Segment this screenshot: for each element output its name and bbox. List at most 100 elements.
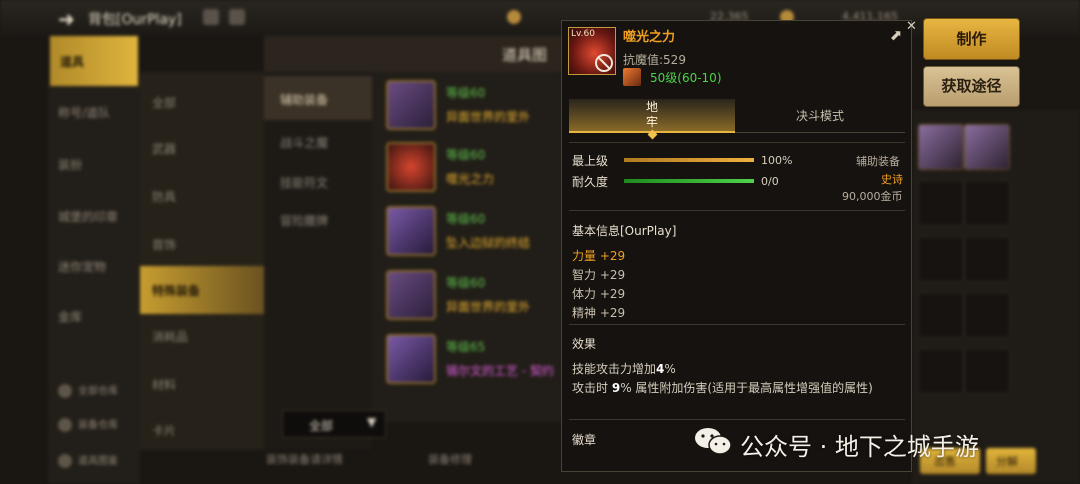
divider xyxy=(569,419,905,420)
category-item[interactable]: 辅助装备 xyxy=(264,76,372,120)
level-badge-icon xyxy=(623,68,641,86)
list-item[interactable]: 等级60 异面世界的里外 xyxy=(378,266,562,324)
inventory-title: 背包[OurPlay] xyxy=(88,12,182,28)
codex-icon xyxy=(58,454,72,468)
inventory-slot[interactable] xyxy=(918,348,964,394)
item-level: 等级60 xyxy=(446,86,486,100)
resist-value: 抗魔值:529 xyxy=(623,53,686,67)
wechat-logo-icon xyxy=(695,428,732,455)
inventory-slot[interactable] xyxy=(964,292,1010,338)
acquire-source-button[interactable]: 获取途径 xyxy=(923,66,1020,107)
inventory-slot[interactable] xyxy=(918,236,964,282)
sub-nav-item[interactable]: 卡片 xyxy=(152,422,176,439)
list-item[interactable]: 等级60 坠入边狱的终结 xyxy=(378,202,562,260)
bottom-action-bar: 装饰装备请详情 装备修理 xyxy=(260,446,560,470)
item-codex-label: 道具图鉴 xyxy=(78,456,118,467)
divider xyxy=(569,210,905,211)
chevron-down-icon: ▼ xyxy=(367,415,377,429)
category-item[interactable]: 技能符文 xyxy=(280,174,328,191)
grade-bar-fill xyxy=(624,158,754,162)
left-nav-item[interactable]: 称号/道队 xyxy=(58,104,138,121)
settings-icon[interactable] xyxy=(203,9,219,25)
storage-icon xyxy=(58,418,72,432)
item-codex-button[interactable]: 道具图鉴 xyxy=(58,452,118,468)
disassemble-label: 分解 xyxy=(996,455,1018,468)
ban-icon xyxy=(595,54,613,72)
codex-header-title: 道具图 xyxy=(502,46,548,64)
effect-text: 技能攻击力增加 xyxy=(572,362,657,376)
item-level: 等级60 xyxy=(446,148,486,162)
grade-value: 100% xyxy=(761,154,793,167)
close-icon[interactable]: ✕ xyxy=(906,19,922,35)
item-level: 等级60 xyxy=(446,212,486,226)
disassemble-button[interactable]: 分解 xyxy=(986,448,1036,474)
category-item[interactable]: 冒险腰牌 xyxy=(280,212,328,229)
make-button[interactable]: 制作 xyxy=(923,18,1020,60)
grade-label: 最上级 xyxy=(572,154,609,168)
inventory-background: ➜ 背包[OurPlay] 22,365 4,411,165 道具 称号/道队 … xyxy=(0,0,1080,484)
equip-storage-label: 装备仓库 xyxy=(78,420,118,431)
inventory-slot[interactable] xyxy=(964,180,1010,226)
left-nav-item[interactable]: 金库 xyxy=(58,308,138,325)
filter-dropdown[interactable]: 全部 ▼ xyxy=(282,410,386,438)
list-item[interactable]: 等级60 噬光之力 xyxy=(378,138,562,196)
list-item[interactable]: 等级60 异面世界的里外 xyxy=(378,76,562,134)
item-name: 异面世界的里外 xyxy=(446,110,531,124)
item-detail-tooltip: Lv.60 噬光之力 抗魔值:529 50级(60-10) ⬈ ✕ 地牢 决斗模… xyxy=(561,19,917,472)
badge-title: 徽章 xyxy=(572,433,597,447)
inventory-slot[interactable] xyxy=(918,124,964,170)
storage-icon xyxy=(58,384,72,398)
all-storage-label: 全部仓库 xyxy=(78,386,118,397)
category-item[interactable]: 战斗之魔 xyxy=(280,134,328,151)
item-name: 噬光之力 xyxy=(446,172,495,186)
basic-info-title: 基本信息[OurPlay] xyxy=(572,224,677,238)
durability-bar-fill xyxy=(624,179,754,183)
tab-dungeon-label: 地牢 xyxy=(645,100,658,129)
effect-text: % 属性附加伤害(适用于最高属性增强值的属性) xyxy=(620,381,873,395)
sub-nav-item[interactable]: 消耗品 xyxy=(152,328,188,345)
inventory-slot[interactable] xyxy=(918,180,964,226)
durability-label: 耐久度 xyxy=(572,175,609,189)
inventory-slot[interactable] xyxy=(964,236,1010,282)
divider xyxy=(569,324,905,325)
item-detail-name: 噬光之力 xyxy=(623,30,676,45)
inventory-slot[interactable] xyxy=(918,292,964,338)
share-icon[interactable]: ⬈ xyxy=(886,25,906,45)
sub-nav-item[interactable]: 全部 xyxy=(152,94,176,111)
inventory-slot[interactable] xyxy=(964,348,1010,394)
left-nav-item[interactable]: 道具 xyxy=(50,36,138,86)
equip-storage-button[interactable]: 装备仓库 xyxy=(58,416,118,432)
moon-icon xyxy=(507,10,521,24)
back-arrow-icon[interactable]: ➜ xyxy=(58,7,75,31)
grade-bar xyxy=(624,158,754,162)
effect-line: 技能攻击力增加4% xyxy=(572,360,676,377)
inventory-slot[interactable] xyxy=(964,124,1010,170)
sub-nav-item[interactable]: 防具 xyxy=(152,188,176,205)
item-name: 异面世界的里外 xyxy=(446,300,531,314)
sub-nav-item[interactable]: 材料 xyxy=(152,376,176,393)
tab-duel[interactable]: 决斗模式 xyxy=(735,99,905,133)
stat-line: 力量 +29 xyxy=(572,249,626,263)
all-storage-button[interactable]: 全部仓库 xyxy=(58,382,118,398)
list-item[interactable]: 等级65 锡尔文的工艺 - 契约 xyxy=(378,330,562,388)
item-price: 90,000金币 xyxy=(842,190,903,203)
sub-nav-item[interactable]: 武器 xyxy=(152,140,176,157)
left-nav-item[interactable]: 装扮 xyxy=(58,156,138,173)
item-icon xyxy=(386,270,436,320)
stat-line: 智力 +29 xyxy=(572,268,626,282)
item-icon xyxy=(386,206,436,256)
item-icon xyxy=(386,142,436,192)
item-name: 坠入边狱的终结 xyxy=(446,236,531,250)
item-icon xyxy=(386,80,436,130)
filter-icon[interactable] xyxy=(229,9,245,25)
bottom-action-link[interactable]: 装备修理 xyxy=(428,451,472,467)
tab-dungeon[interactable]: 地牢 xyxy=(569,99,735,140)
bottom-action-link[interactable]: 装饰装备请详情 xyxy=(266,451,343,467)
left-nav-item[interactable]: 城堡的印章 xyxy=(58,208,138,225)
watermark-text: 公众号 · 地下之城手游 xyxy=(740,433,979,461)
item-name: 锡尔文的工艺 - 契约 xyxy=(446,364,554,378)
sub-nav-item[interactable]: 首饰 xyxy=(152,236,176,253)
item-rarity: 史诗 xyxy=(881,173,903,186)
sub-nav-item[interactable]: 特殊装备 xyxy=(140,266,264,314)
left-nav-item[interactable]: 迷你宠物 xyxy=(58,258,138,275)
